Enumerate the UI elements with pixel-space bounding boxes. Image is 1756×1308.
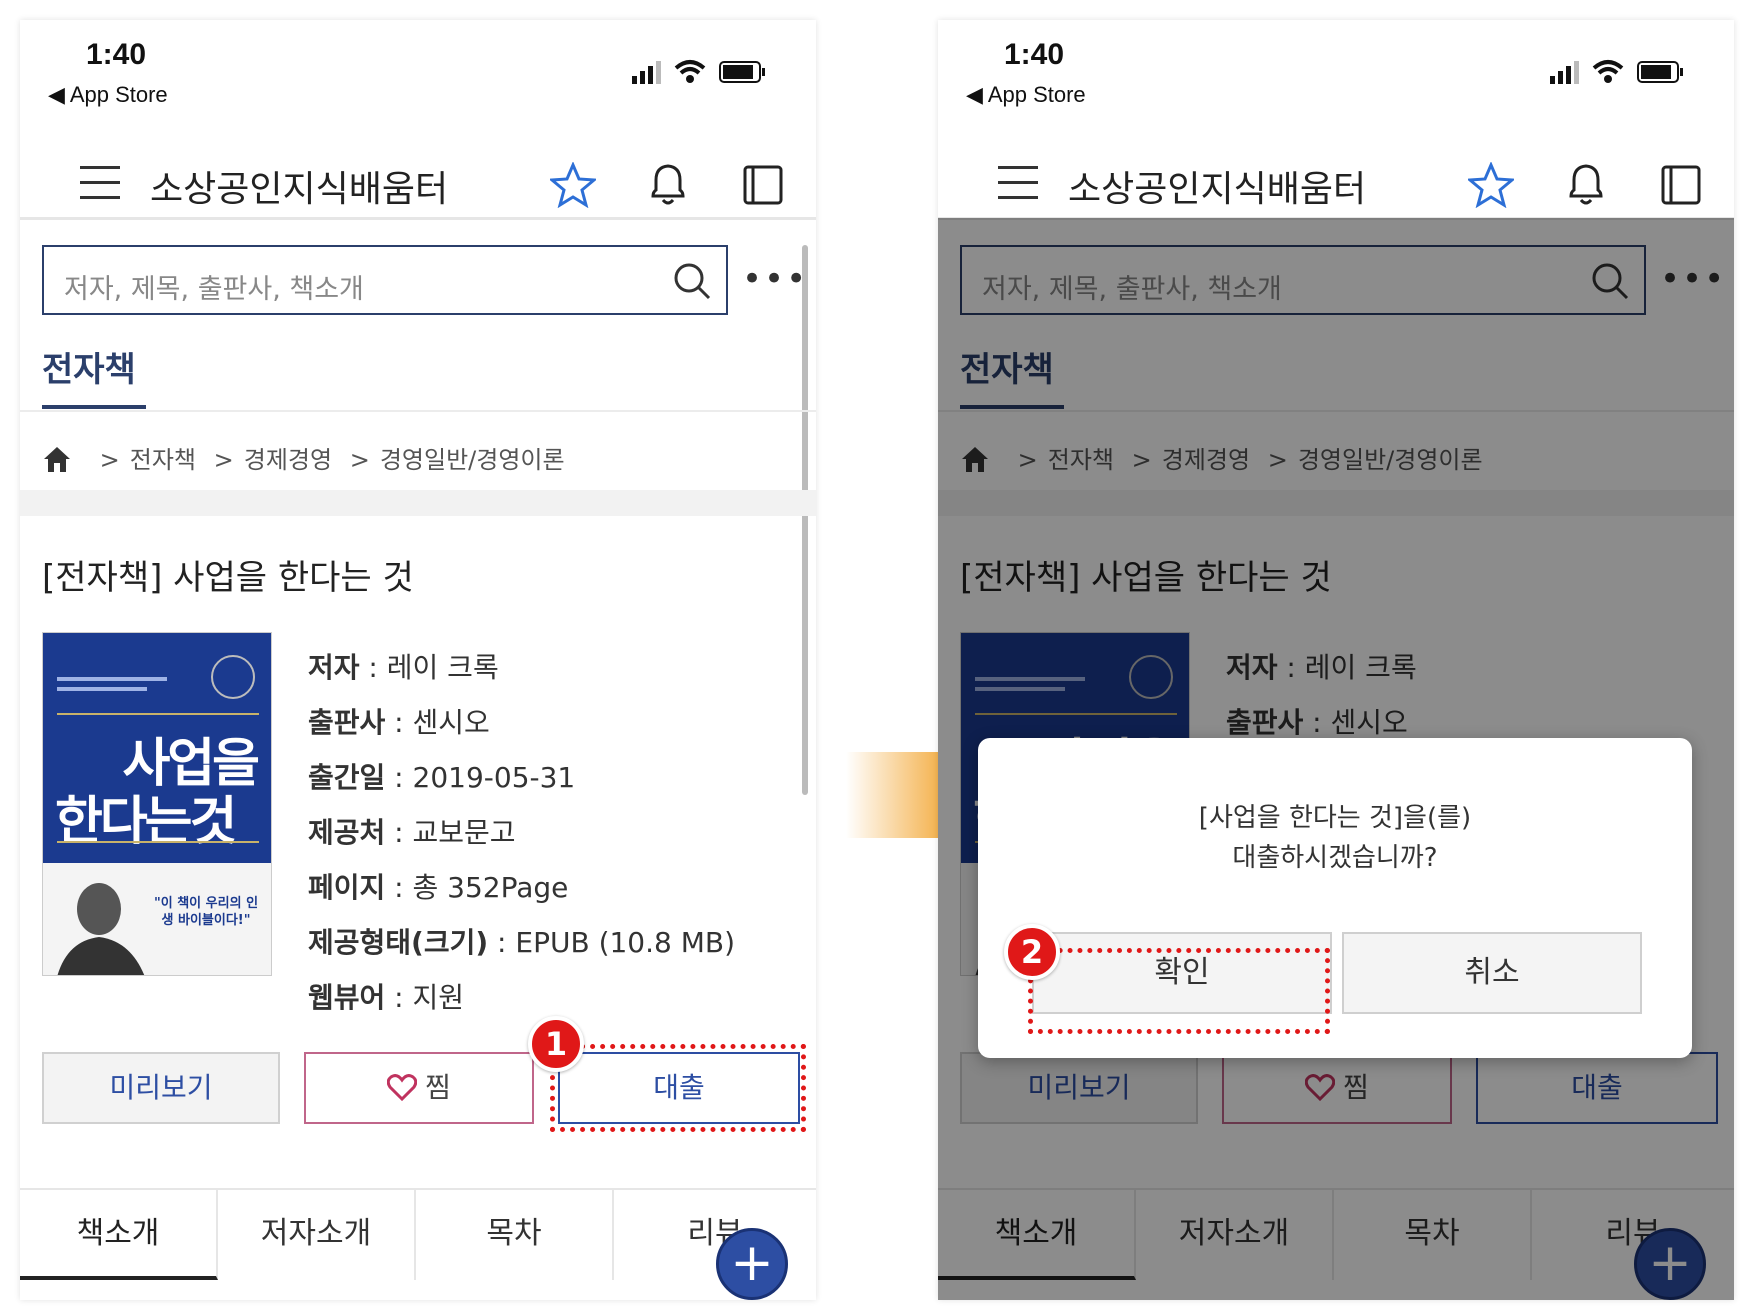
meta-row: 저자 : 레이 크록 — [308, 646, 735, 701]
cover-deco — [57, 841, 259, 843]
meta-value: 레이 크록 — [386, 651, 499, 684]
heart-icon — [387, 1074, 418, 1101]
author-photo — [57, 883, 145, 975]
right-screen: 1:40 ◀ App Store 소상공인지식배움터 저자, 제목, 출판사, … — [938, 20, 1734, 1300]
back-to-app-store[interactable]: ◀ App Store — [48, 82, 168, 108]
app-bar: 소상공인지식배움터 — [20, 120, 816, 220]
status-time: 1:40 — [86, 38, 147, 71]
dialog-message-line1: [사업을 한다는 것]을(를) — [1198, 803, 1472, 833]
meta-label: 웹뷰어 — [308, 981, 386, 1014]
meta-sep: : — [385, 871, 413, 904]
breadcrumb: > 전자책 > 경제경영 > 경영일반/경영이론 — [42, 440, 565, 475]
dialog-message: [사업을 한다는 것]을(를) 대출하시겠습니까? — [978, 798, 1692, 878]
meta-sep: : — [359, 651, 387, 684]
meta-row: 웹뷰어 : 지원 — [308, 976, 735, 1031]
app-title: 소상공인지식배움터 — [1068, 169, 1367, 210]
meta-sep: : — [488, 926, 516, 959]
highlight-borrow — [550, 1044, 806, 1132]
breadcrumb-sep: > — [349, 446, 370, 474]
cancel-button[interactable]: 취소 — [1342, 932, 1642, 1014]
status-bar: 1:40 ◀ App Store — [938, 20, 1734, 120]
highlight-confirm — [1028, 948, 1330, 1034]
breadcrumb-sep: > — [213, 446, 234, 474]
breadcrumb-item[interactable]: 경제경영 — [244, 446, 332, 474]
meta-label: 출판사 — [308, 706, 386, 739]
book-icon[interactable] — [742, 164, 784, 206]
bell-icon[interactable] — [645, 160, 691, 208]
meta-label: 저자 — [308, 651, 360, 684]
more-options-icon[interactable]: ••• — [742, 262, 808, 296]
meta-label: 제공형태(크기) — [308, 926, 489, 959]
star-icon[interactable] — [550, 162, 596, 208]
menu-icon[interactable] — [80, 166, 120, 199]
app-title: 소상공인지식배움터 — [150, 169, 449, 210]
step-marker-2: 2 — [1004, 924, 1060, 980]
search-input[interactable]: 저자, 제목, 출판사, 책소개 — [42, 245, 728, 315]
meta-row: 제공형태(크기) : EPUB (10.8 MB) — [308, 921, 735, 976]
bell-icon[interactable] — [1563, 160, 1609, 208]
meta-row: 출간일 : 2019-05-31 — [308, 756, 735, 811]
meta-row: 출판사 : 센시오 — [308, 701, 735, 756]
meta-row: 페이지 : 총 352Page — [308, 866, 735, 921]
cover-badge — [211, 655, 255, 699]
app-bar: 소상공인지식배움터 — [938, 120, 1734, 220]
meta-label: 제공처 — [308, 816, 386, 849]
book-icon[interactable] — [1660, 164, 1702, 206]
tab-author-intro[interactable]: 저자소개 — [218, 1190, 416, 1280]
wishlist-button[interactable]: 찜 — [304, 1052, 534, 1124]
signal-wifi-battery-icon — [1550, 60, 1683, 84]
breadcrumb-item[interactable]: 전자책 — [130, 446, 196, 474]
search-icon[interactable] — [672, 261, 712, 301]
divider — [20, 410, 816, 412]
dialog-message-line2: 대출하시겠습니까? — [1232, 843, 1438, 873]
tab-book-intro[interactable]: 책소개 — [20, 1190, 218, 1280]
detail-tabs: 책소개 저자소개 목차 리뷰 — [20, 1188, 816, 1280]
meta-value: 교보문고 — [412, 816, 516, 849]
meta-value: 총 352Page — [412, 871, 569, 904]
star-icon[interactable] — [1468, 162, 1514, 208]
tab-ebook-indicator — [42, 405, 146, 409]
meta-sep: : — [385, 706, 413, 739]
tab-contents[interactable]: 목차 — [416, 1190, 614, 1280]
back-to-app-store[interactable]: ◀ App Store — [966, 82, 1086, 108]
cover-quote: "이 책이 우리의 인생 바이블이다!" — [153, 896, 259, 928]
cover-deco — [57, 687, 147, 691]
section-gap — [20, 490, 816, 516]
meta-sep: : — [385, 981, 413, 1014]
left-screen: 1:40 ◀ App Store 소상공인지식배움터 저자, 제목, 출판사, … — [20, 20, 816, 1300]
meta-label: 출간일 — [308, 761, 386, 794]
cover-deco — [57, 677, 167, 681]
status-time: 1:40 — [1004, 38, 1065, 71]
meta-value: 2019-05-31 — [412, 761, 576, 794]
scrollbar[interactable] — [802, 245, 808, 795]
status-bar: 1:40 ◀ App Store — [20, 20, 816, 120]
meta-value: 센시오 — [412, 706, 490, 739]
meta-value: 지원 — [412, 981, 465, 1014]
meta-sep: : — [385, 761, 413, 794]
meta-label: 페이지 — [308, 871, 386, 904]
meta-row: 제공처 : 교보문고 — [308, 811, 735, 866]
signal-wifi-battery-icon — [632, 60, 765, 84]
breadcrumb-sep: > — [99, 446, 120, 474]
book-title: [전자책] 사업을 한다는 것 — [42, 558, 414, 598]
book-meta: 저자 : 레이 크록 출판사 : 센시오 출간일 : 2019-05-31 제공… — [308, 646, 735, 1031]
preview-button[interactable]: 미리보기 — [42, 1052, 280, 1124]
meta-value: EPUB (10.8 MB) — [515, 926, 736, 959]
home-icon[interactable] — [42, 445, 72, 473]
meta-sep: : — [385, 816, 413, 849]
book-cover: 사업을 한다는것 "이 책이 우리의 인생 바이블이다!" — [42, 632, 272, 976]
search-placeholder: 저자, 제목, 출판사, 책소개 — [64, 274, 364, 305]
tab-ebook[interactable]: 전자책 — [42, 342, 136, 391]
cover-deco — [57, 713, 259, 715]
step-marker-1: 1 — [528, 1016, 584, 1072]
breadcrumb-item[interactable]: 경영일반/경영이론 — [380, 446, 565, 474]
menu-icon[interactable] — [998, 166, 1038, 199]
wishlist-label: 찜 — [425, 1071, 451, 1104]
plus-icon[interactable]: + — [716, 1228, 788, 1300]
